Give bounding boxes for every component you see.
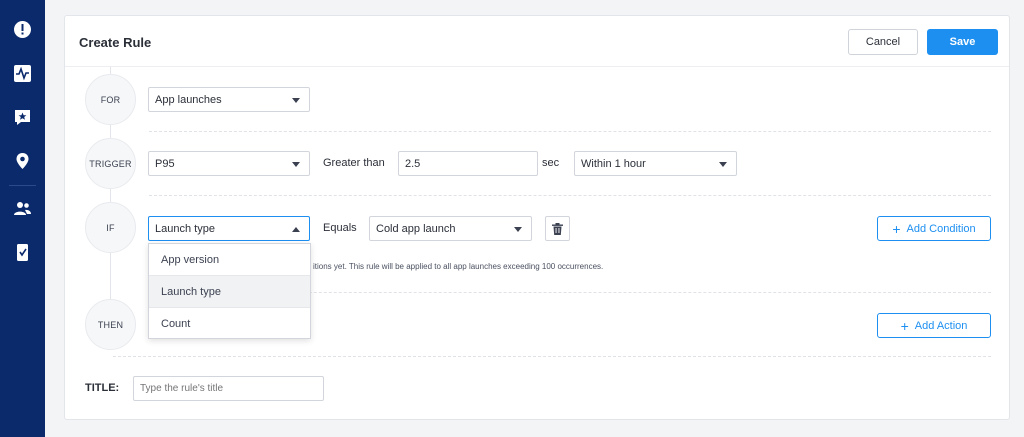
if-field-value: Launch type — [155, 222, 215, 235]
plus-icon: + — [892, 220, 901, 237]
cancel-button[interactable]: Cancel — [848, 29, 918, 55]
add-action-button[interactable]: + Add Action — [877, 313, 991, 338]
if-empty-note-text: itions yet. This rule will be applied to… — [313, 262, 604, 271]
chevron-down-icon — [514, 227, 522, 232]
chevron-up-icon — [292, 227, 300, 232]
trigger-metric-value: P95 — [155, 157, 175, 170]
create-rule-panel: Create Rule Cancel Save FOR App launches… — [64, 15, 1010, 420]
title-label: TITLE: — [85, 382, 120, 394]
step-divider — [113, 356, 991, 357]
sidebar — [0, 0, 45, 437]
chevron-down-icon — [719, 162, 727, 167]
trigger-threshold-input[interactable]: 2.5 — [398, 151, 538, 176]
sidebar-divider — [9, 185, 36, 186]
feedback-star-icon[interactable] — [12, 107, 33, 128]
panel-header: Create Rule Cancel Save — [65, 16, 1009, 67]
trigger-metric-select[interactable]: P95 — [148, 151, 310, 176]
if-value-select-value: Cold app launch — [376, 222, 456, 235]
if-value-select[interactable]: Cold app launch — [369, 216, 532, 241]
dropdown-option-launch-type[interactable]: Launch type — [149, 276, 310, 308]
location-pin-icon[interactable] — [12, 151, 33, 172]
page-title: Create Rule — [79, 35, 152, 50]
for-select[interactable]: App launches — [148, 87, 310, 112]
chevron-down-icon — [292, 98, 300, 103]
delete-condition-button[interactable] — [545, 216, 570, 241]
step-node-then: THEN — [85, 299, 136, 350]
trigger-window-value: Within 1 hour — [581, 157, 646, 170]
step-divider — [149, 131, 991, 132]
trigger-window-select[interactable]: Within 1 hour — [574, 151, 737, 176]
add-action-label: Add Action — [914, 319, 968, 332]
if-operator-text: Equals — [323, 222, 357, 234]
users-icon[interactable] — [12, 198, 33, 219]
step-divider — [149, 195, 991, 196]
add-condition-label: Add Condition — [906, 222, 976, 235]
trash-icon — [552, 222, 563, 235]
plus-icon: + — [900, 317, 909, 334]
launch-type-dropdown-menu: App version Launch type Count — [148, 243, 311, 339]
mobile-device-icon[interactable] — [12, 242, 33, 263]
chevron-down-icon — [292, 162, 300, 167]
rule-title-input[interactable] — [133, 376, 324, 401]
trigger-unit-text: sec — [542, 157, 560, 169]
dropdown-option-count[interactable]: Count — [149, 308, 310, 340]
alert-icon[interactable] — [12, 19, 33, 40]
step-node-for: FOR — [85, 74, 136, 125]
dropdown-option-app-version[interactable]: App version — [149, 244, 310, 276]
add-condition-button[interactable]: + Add Condition — [877, 216, 991, 241]
activity-icon[interactable] — [12, 63, 33, 84]
save-button[interactable]: Save — [927, 29, 998, 55]
trigger-operator-text: Greater than — [323, 157, 385, 169]
for-select-value: App launches — [155, 93, 222, 106]
step-node-if: IF — [85, 202, 136, 253]
if-field-select[interactable]: Launch type — [148, 216, 310, 241]
step-node-trigger: TRIGGER — [85, 138, 136, 189]
